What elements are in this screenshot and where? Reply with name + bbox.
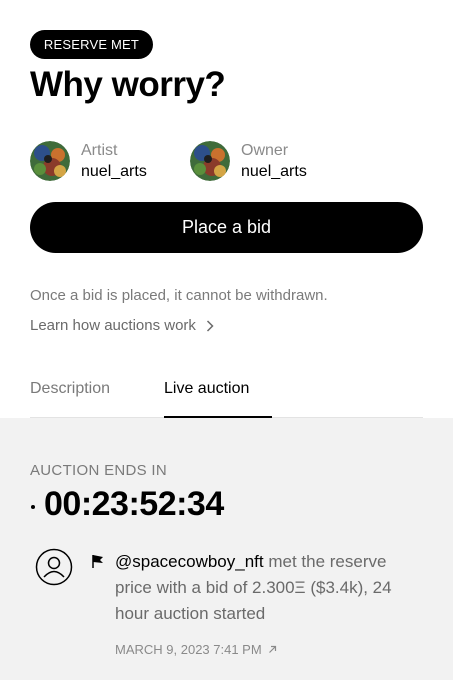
learn-auctions-link[interactable]: Learn how auctions work — [30, 317, 214, 334]
reserve-met-badge: RESERVE MET — [30, 30, 153, 59]
artist-avatar[interactable] — [30, 141, 70, 181]
user-circle-icon — [35, 548, 73, 586]
auction-ends-label: AUCTION ENDS IN — [30, 462, 168, 479]
chevron-right-icon — [206, 319, 214, 332]
event-date-link[interactable]: MARCH 9, 2023 7:41 PM — [115, 642, 277, 657]
tab-live-auction[interactable]: Live auction — [164, 380, 249, 398]
tab-bar: Description Live auction — [30, 368, 423, 418]
artist-role-label: Artist — [81, 141, 118, 159]
artist-profile[interactable]: Artist nuel_arts — [30, 139, 147, 183]
owner-handle[interactable]: nuel_arts — [241, 161, 307, 182]
live-auction-panel: AUCTION ENDS IN 00:23:52:34 @spacecowboy… — [0, 418, 453, 680]
owner-role-label: Owner — [241, 141, 289, 159]
auction-event-text: @spacecowboy_nft met the reserve price w… — [115, 549, 415, 627]
event-date[interactable]: MARCH 9, 2023 7:41 PM — [115, 642, 262, 657]
place-bid-button[interactable]: Place a bid — [30, 202, 423, 253]
bid-notice: Once a bid is placed, it cannot be withd… — [30, 287, 328, 304]
owner-profile[interactable]: Owner nuel_arts — [190, 139, 307, 183]
tab-description[interactable]: Description — [30, 380, 110, 398]
artwork-title: Why worry? — [30, 65, 226, 104]
arrow-up-right-icon — [268, 645, 277, 654]
live-dot-indicator — [31, 505, 35, 509]
auction-countdown: 00:23:52:34 — [44, 485, 224, 523]
event-user-link[interactable]: @spacecowboy_nft — [115, 552, 264, 571]
artist-handle[interactable]: nuel_arts — [81, 161, 147, 182]
flag-icon — [90, 553, 106, 569]
learn-auctions-label[interactable]: Learn how auctions work — [30, 317, 196, 334]
owner-avatar[interactable] — [190, 141, 230, 181]
